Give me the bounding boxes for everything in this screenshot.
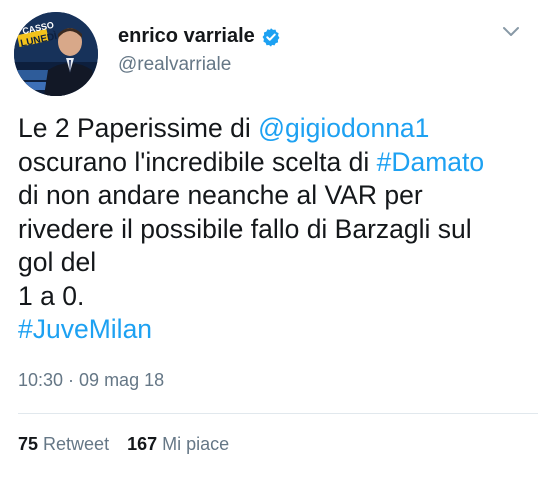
tweet-line: di non andare neanche al VAR per [18,179,523,213]
tweet-text-segment: gol del [18,247,97,277]
tweet-line: #JuveMilan [18,313,523,347]
likes-label: Mi piace [162,434,230,454]
display-name-row[interactable]: enrico varriale [118,25,281,48]
tweet-card: CASSO LUNEDÌ enrico varriale @realvarria… [0,0,538,480]
tweet-line: 1 a 0. [18,280,523,314]
tweet-text-segment: oscurano l'incredibile scelta di [18,146,377,177]
tweet-line: oscurano l'incredibile scelta di #Damato [18,146,523,180]
tweet-text: Le 2 Paperissime di @gigiodonna1 oscurano… [18,112,523,347]
avatar-image: CASSO LUNEDÌ [14,12,98,96]
likes-stat[interactable]: 167 Mi piace [127,434,229,455]
tweet-text-segment: Le 2 Paperissime di [18,113,259,143]
tweet-line: gol del [18,246,523,280]
tweet-text-segment: rivedere il possibile fallo di Barzagli … [18,213,472,244]
verified-badge-icon [262,27,280,47]
retweets-count: 75 [18,434,39,454]
mention-link[interactable]: @gigiodonna1 [258,113,429,143]
retweets-stat[interactable]: 75 Retweet [18,434,109,455]
tweet-stats: 75 Retweet 167 Mi piace [18,434,247,455]
divider [18,413,538,414]
likes-count: 167 [127,434,158,454]
retweets-label: Retweet [43,434,110,454]
tweet-text-segment: 1 a 0. [18,280,85,311]
avatar[interactable]: CASSO LUNEDÌ [14,12,98,96]
tweet-line: rivedere il possibile fallo di Barzagli … [18,213,523,247]
tweet-line: Le 2 Paperissime di @gigiodonna1 [18,112,523,146]
tweet-text-segment: di non andare neanche al VAR per [18,180,423,210]
chevron-down-icon[interactable] [502,26,520,38]
hashtag-link[interactable]: #JuveMilan [18,314,152,344]
tweet-timestamp[interactable]: 10:30 · 09 mag 18 [18,370,164,391]
display-name[interactable]: enrico varriale [118,25,255,48]
user-handle[interactable]: @realvarriale [118,54,231,76]
hashtag-link[interactable]: #Damato [377,147,485,177]
